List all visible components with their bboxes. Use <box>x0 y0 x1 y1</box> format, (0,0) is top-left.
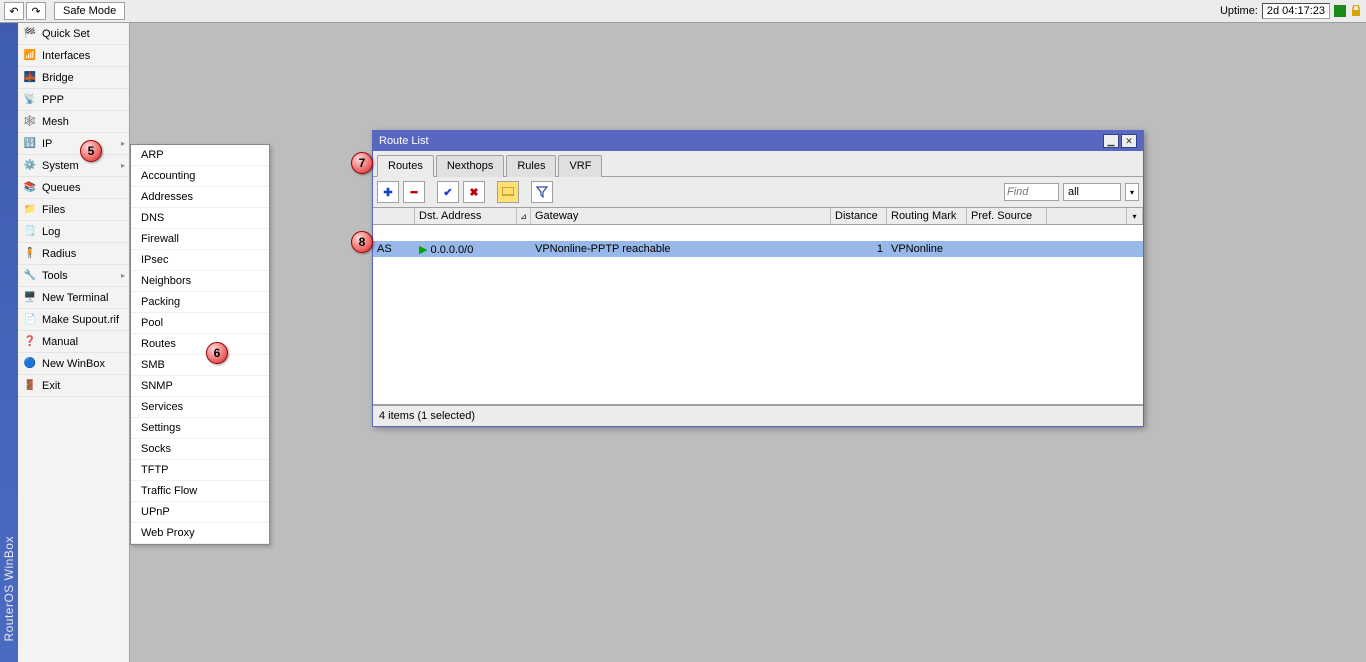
callout-6: 6 <box>206 342 228 364</box>
tab-rules[interactable]: Rules <box>506 155 556 177</box>
cell-gateway: VPNonline-PPTP reachable <box>531 243 831 255</box>
cell-distance: 1 <box>831 243 887 255</box>
col-sort-indicator[interactable]: ⊿ <box>517 208 531 224</box>
col-dst-address[interactable]: Dst. Address <box>415 208 517 224</box>
submenu-item-accounting[interactable]: Accounting <box>131 166 269 187</box>
comment-icon <box>502 187 514 197</box>
callout-7: 7 <box>351 152 373 174</box>
remove-button[interactable]: ━ <box>403 181 425 203</box>
submenu-item-upnp[interactable]: UPnP <box>131 502 269 523</box>
find-input[interactable] <box>1004 183 1059 201</box>
submenu-item-services[interactable]: Services <box>131 397 269 418</box>
status-bar: 4 items (1 selected) <box>373 405 1143 426</box>
workspace: ARPAccountingAddressesDNSFirewallIPsecNe… <box>0 0 1366 662</box>
submenu-item-settings[interactable]: Settings <box>131 418 269 439</box>
col-spacer <box>1047 208 1127 224</box>
window-titlebar[interactable]: Route List ▁ ✕ <box>373 131 1143 151</box>
col-pref-source[interactable]: Pref. Source <box>967 208 1047 224</box>
submenu-item-addresses[interactable]: Addresses <box>131 187 269 208</box>
filter-button[interactable] <box>531 181 553 203</box>
submenu-item-web-proxy[interactable]: Web Proxy <box>131 523 269 544</box>
tab-nexthops[interactable]: Nexthops <box>436 155 504 177</box>
submenu-item-traffic-flow[interactable]: Traffic Flow <box>131 481 269 502</box>
grid-body[interactable]: AS ▶ 0.0.0.0/0 VPNonline-PPTP reachable … <box>373 225 1143 405</box>
window-tabs: RoutesNexthopsRulesVRF <box>373 151 1143 177</box>
add-button[interactable]: ✚ <box>377 181 399 203</box>
disable-button[interactable]: ✖ <box>463 181 485 203</box>
submenu-item-firewall[interactable]: Firewall <box>131 229 269 250</box>
comment-button[interactable] <box>497 181 519 203</box>
col-picker[interactable]: ▾ <box>1127 208 1143 224</box>
tab-vrf[interactable]: VRF <box>558 155 602 177</box>
funnel-icon <box>536 186 548 198</box>
cell-routing-mark: VPNonline <box>887 243 967 255</box>
close-button[interactable]: ✕ <box>1121 134 1137 148</box>
submenu-item-smb[interactable]: SMB <box>131 355 269 376</box>
col-flags[interactable] <box>373 208 415 224</box>
enable-button[interactable]: ✔ <box>437 181 459 203</box>
submenu-item-pool[interactable]: Pool <box>131 313 269 334</box>
submenu-item-tftp[interactable]: TFTP <box>131 460 269 481</box>
active-route-icon: ▶ <box>419 244 427 256</box>
col-distance[interactable]: Distance <box>831 208 887 224</box>
submenu-item-routes[interactable]: Routes <box>131 334 269 355</box>
submenu-item-dns[interactable]: DNS <box>131 208 269 229</box>
minimize-button[interactable]: ▁ <box>1103 134 1119 148</box>
submenu-item-socks[interactable]: Socks <box>131 439 269 460</box>
ip-submenu: ARPAccountingAddressesDNSFirewallIPsecNe… <box>130 144 270 545</box>
submenu-item-neighbors[interactable]: Neighbors <box>131 271 269 292</box>
route-row[interactable]: AS ▶ 0.0.0.0/0 VPNonline-PPTP reachable … <box>373 241 1143 257</box>
callout-5: 5 <box>80 140 102 162</box>
col-gateway[interactable]: Gateway <box>531 208 831 224</box>
callout-8: 8 <box>351 231 373 253</box>
col-routing-mark[interactable]: Routing Mark <box>887 208 967 224</box>
cell-dst: ▶ 0.0.0.0/0 <box>415 243 531 256</box>
window-toolbar: ✚ ━ ✔ ✖ all ▾ <box>373 177 1143 207</box>
submenu-item-snmp[interactable]: SNMP <box>131 376 269 397</box>
cell-flags: AS <box>373 243 415 255</box>
tab-routes[interactable]: Routes <box>377 155 434 177</box>
submenu-item-arp[interactable]: ARP <box>131 145 269 166</box>
route-list-window[interactable]: Route List ▁ ✕ RoutesNexthopsRulesVRF ✚ … <box>372 130 1144 427</box>
filter-dropdown-arrow[interactable]: ▾ <box>1125 183 1139 201</box>
grid-header: Dst. Address ⊿ Gateway Distance Routing … <box>373 207 1143 225</box>
submenu-item-packing[interactable]: Packing <box>131 292 269 313</box>
submenu-item-ipsec[interactable]: IPsec <box>131 250 269 271</box>
filter-all-dropdown[interactable]: all <box>1063 183 1121 201</box>
window-title: Route List <box>379 135 1101 147</box>
